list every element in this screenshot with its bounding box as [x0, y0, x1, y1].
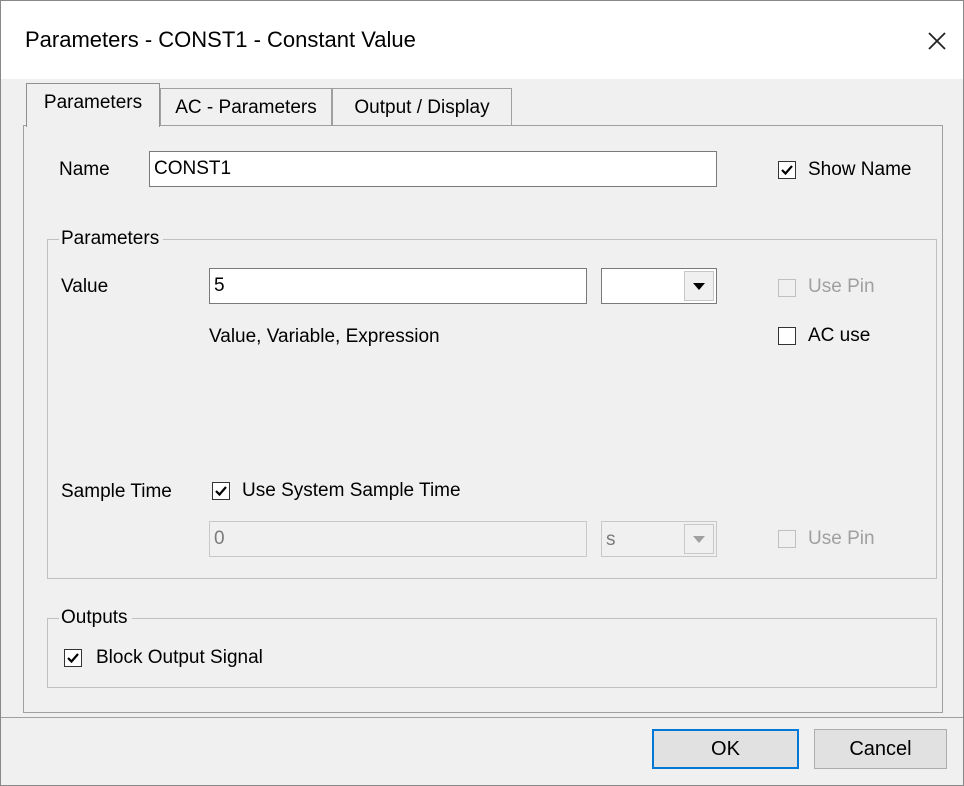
tab-ac-parameters[interactable]: AC - Parameters	[160, 88, 332, 126]
use-pin-label: Use Pin	[808, 276, 875, 297]
tab-output-display[interactable]: Output / Display	[332, 88, 512, 126]
sample-use-pin-checkbox[interactable]	[778, 530, 796, 548]
value-unit-select[interactable]	[601, 268, 717, 304]
checkmark-icon	[67, 653, 79, 664]
value-label: Value	[61, 276, 109, 297]
outputs-group-legend: Outputs	[59, 607, 132, 629]
sample-time-label: Sample Time	[61, 481, 172, 502]
tab-ac-parameters-label: AC - Parameters	[175, 97, 317, 118]
close-button[interactable]	[917, 21, 957, 61]
cancel-button[interactable]: Cancel	[814, 729, 947, 769]
name-input[interactable]: CONST1	[149, 151, 717, 187]
use-pin-checkbox[interactable]	[778, 279, 796, 297]
tab-parameters[interactable]: Parameters	[26, 83, 160, 127]
block-output-signal-label: Block Output Signal	[96, 647, 263, 668]
title-bar: Parameters - CONST1 - Constant Value	[1, 1, 963, 79]
footer-divider	[1, 717, 963, 718]
name-label: Name	[59, 159, 110, 180]
window-title: Parameters - CONST1 - Constant Value	[25, 27, 416, 52]
close-icon	[928, 32, 946, 50]
use-system-sample-time-checkbox[interactable]	[212, 482, 230, 500]
sample-time-unit-dropdown-button[interactable]	[684, 524, 714, 554]
value-unit-dropdown-button[interactable]	[684, 271, 714, 301]
chevron-down-icon	[693, 536, 705, 543]
use-system-sample-time-label: Use System Sample Time	[242, 480, 461, 501]
tab-output-display-label: Output / Display	[354, 97, 490, 118]
chevron-down-icon	[693, 283, 705, 290]
checkmark-icon	[781, 165, 793, 176]
sample-time-input[interactable]: 0	[209, 521, 587, 557]
show-name-checkbox[interactable]	[778, 161, 796, 179]
ac-use-label: AC use	[808, 325, 871, 346]
sample-time-unit-selected: s	[606, 529, 616, 550]
show-name-label: Show Name	[808, 159, 912, 180]
dialog-window: Parameters - CONST1 - Constant Value Par…	[0, 0, 964, 786]
value-input[interactable]: 5	[209, 268, 587, 304]
value-hint: Value, Variable, Expression	[209, 326, 440, 347]
checkmark-icon	[215, 486, 227, 497]
parameters-group-legend: Parameters	[59, 228, 164, 250]
ac-use-checkbox[interactable]	[778, 327, 796, 345]
sample-use-pin-label: Use Pin	[808, 528, 875, 549]
sample-time-unit-select[interactable]: s	[601, 521, 717, 557]
ok-button[interactable]: OK	[652, 729, 799, 769]
block-output-signal-checkbox[interactable]	[64, 649, 82, 667]
tab-parameters-label: Parameters	[43, 92, 143, 113]
